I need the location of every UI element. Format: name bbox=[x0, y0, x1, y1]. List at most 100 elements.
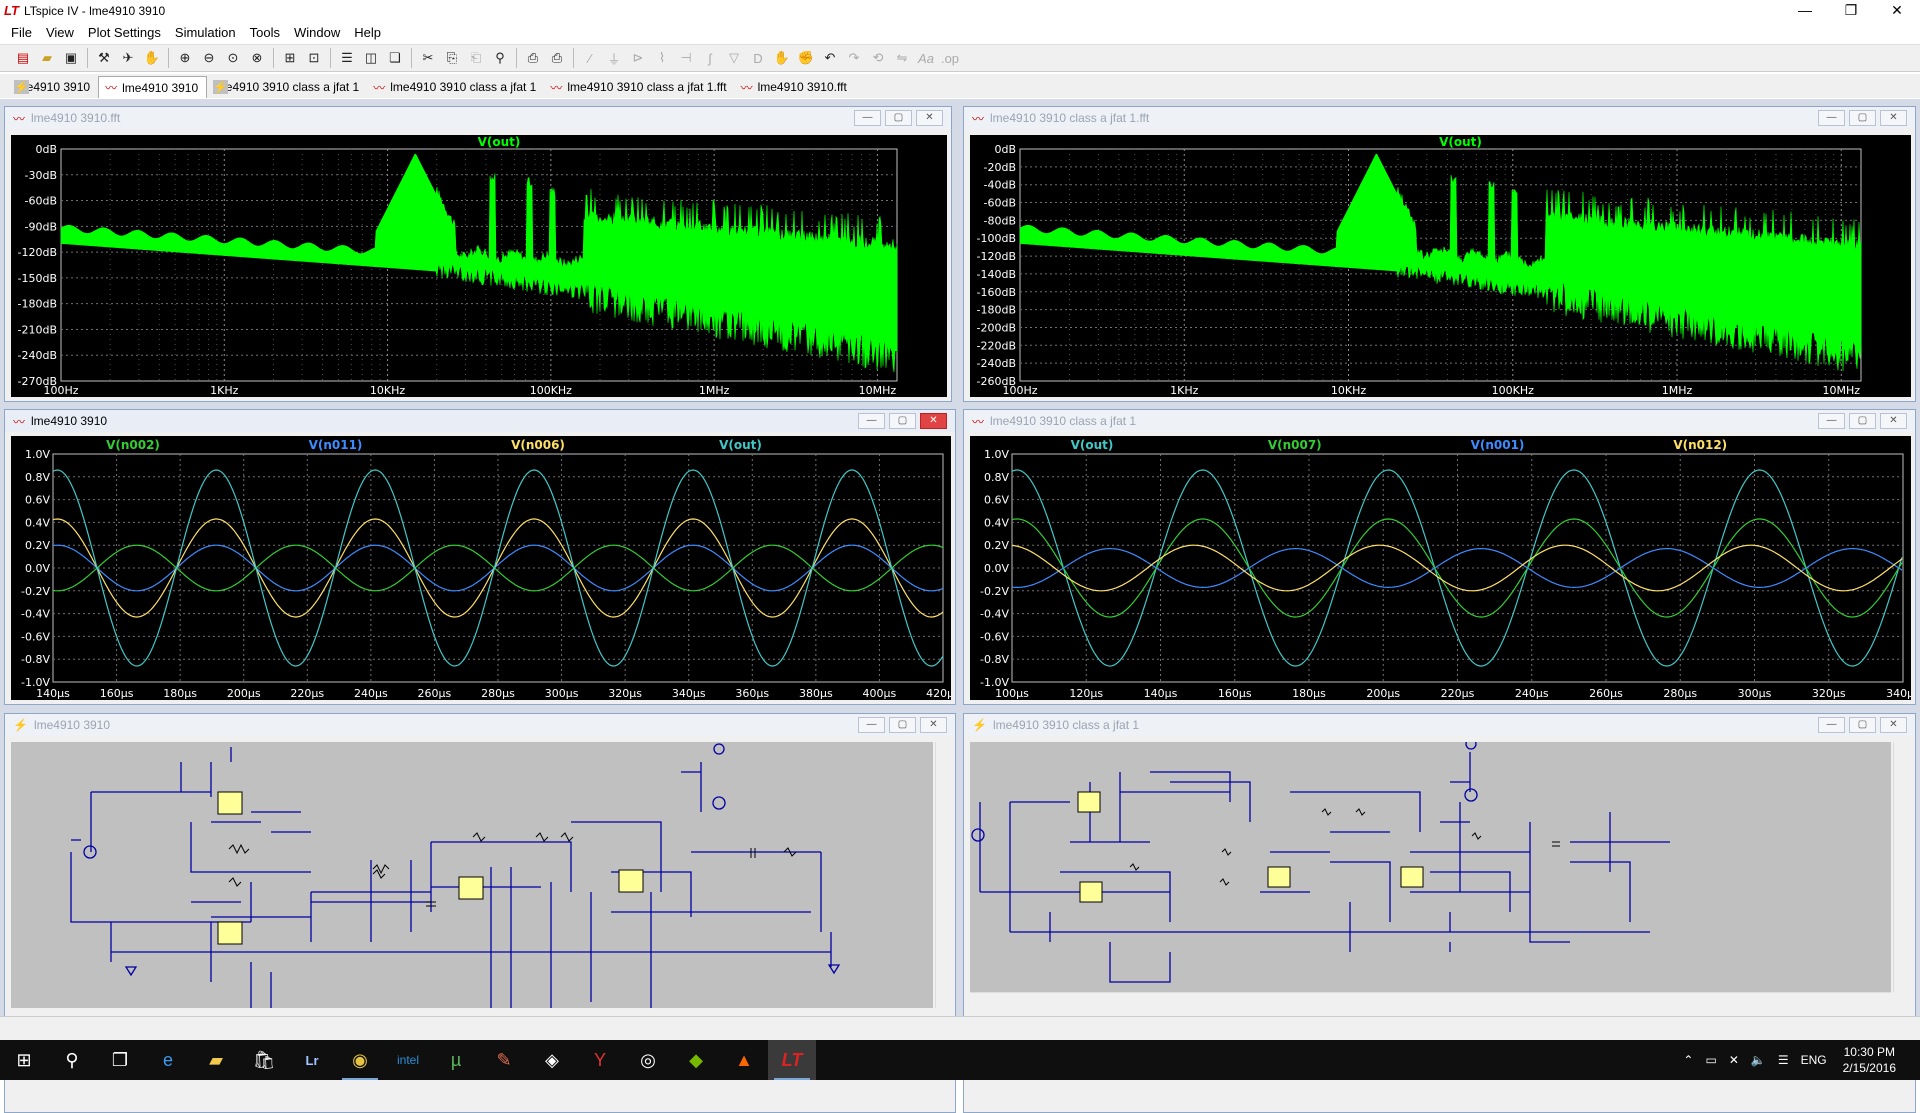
control-panel-icon[interactable]: ⚒ bbox=[93, 47, 115, 69]
intel-icon[interactable]: intel bbox=[384, 1040, 432, 1080]
halt-icon[interactable]: ✋ bbox=[141, 47, 163, 69]
maximize-button[interactable]: ▢ bbox=[1849, 717, 1876, 733]
grid-icon[interactable]: ⊡ bbox=[303, 47, 325, 69]
menu-tools[interactable]: Tools bbox=[243, 25, 287, 40]
cascade-icon[interactable]: ❏ bbox=[384, 47, 406, 69]
close-button[interactable]: ✕ bbox=[916, 110, 943, 126]
menu-simulation[interactable]: Simulation bbox=[168, 25, 243, 40]
redo-icon[interactable]: ↷ bbox=[843, 47, 865, 69]
print-icon[interactable]: ⎙ bbox=[546, 47, 568, 69]
mirror-icon[interactable]: ⇋ bbox=[891, 47, 913, 69]
close-button[interactable]: ✕ bbox=[920, 413, 947, 429]
ltspice-icon[interactable]: LT bbox=[768, 1040, 816, 1080]
schematic-canvas[interactable] bbox=[970, 742, 1891, 992]
unity-icon[interactable]: ◈ bbox=[528, 1040, 576, 1080]
language-indicator[interactable]: ENG bbox=[1795, 1053, 1833, 1067]
diode-icon[interactable]: ▽ bbox=[723, 47, 745, 69]
ground-icon[interactable]: ⏚ bbox=[603, 47, 625, 69]
restore-button[interactable]: ❐ bbox=[1828, 0, 1874, 22]
find-icon[interactable]: ⚲ bbox=[489, 47, 511, 69]
save-icon[interactable]: ▣ bbox=[60, 47, 82, 69]
search-icon[interactable]: ⚲ bbox=[48, 1040, 96, 1080]
zoom-in-icon[interactable]: ⊕ bbox=[174, 47, 196, 69]
edge-icon[interactable]: e bbox=[144, 1040, 192, 1080]
tile-vertical-icon[interactable]: ◫ bbox=[360, 47, 382, 69]
camera-icon[interactable]: ◎ bbox=[624, 1040, 672, 1080]
network-icon[interactable]: ✕ bbox=[1723, 1053, 1745, 1067]
volume-icon[interactable]: 🔈 bbox=[1745, 1053, 1772, 1067]
vertical-scrollbar[interactable] bbox=[1893, 742, 1909, 992]
text-icon[interactable]: Aa bbox=[915, 47, 937, 69]
tab-waveform-lme4910[interactable]: 〰 lme4910 3910 bbox=[98, 76, 208, 98]
utorrent-icon[interactable]: µ bbox=[432, 1040, 480, 1080]
tab-waveform-class-a-jfat[interactable]: 〰 lme4910 3910 class a jfat 1 bbox=[367, 76, 544, 98]
nvidia-icon[interactable]: ◆ bbox=[672, 1040, 720, 1080]
print-preview-icon[interactable]: ⎙ bbox=[522, 47, 544, 69]
windows-start-icon[interactable]: ⊞ bbox=[0, 1040, 48, 1080]
zoom-fit-icon[interactable]: ⊙ bbox=[222, 47, 244, 69]
run-icon[interactable]: ✈ bbox=[117, 47, 139, 69]
minimize-button[interactable]: — bbox=[854, 110, 881, 126]
close-button[interactable]: ✕ bbox=[1880, 110, 1907, 126]
paint-icon[interactable]: ✎ bbox=[480, 1040, 528, 1080]
undo-icon[interactable]: ↶ bbox=[819, 47, 841, 69]
autorange-icon[interactable]: ⊞ bbox=[279, 47, 301, 69]
copy-icon[interactable]: ⎘ bbox=[441, 47, 463, 69]
tab-waveform-lme4910-fft[interactable]: 〰 lme4910 3910.fft bbox=[735, 76, 855, 98]
menu-help[interactable]: Help bbox=[347, 25, 388, 40]
minimize-button[interactable]: — bbox=[1818, 413, 1845, 429]
zoom-cancel-icon[interactable]: ⊗ bbox=[246, 47, 268, 69]
move-icon[interactable]: ✋ bbox=[771, 47, 793, 69]
drag-icon[interactable]: ✊ bbox=[795, 47, 817, 69]
tab-waveform-class-a-jfat-fft[interactable]: 〰 lme4910 3910 class a jfat 1.fft bbox=[544, 76, 734, 98]
transient-plot[interactable]: 1.0V 0.8V 0.6V 0.4V 0.2V 0.0V -0.2V -0.4V -0.6V -… bbox=[11, 436, 960, 700]
tab-schematic-lme4910[interactable]: ⚡ lme4910 3910 bbox=[8, 76, 98, 98]
action-center-icon[interactable]: ☰ bbox=[1772, 1053, 1795, 1067]
maximize-button[interactable]: ▢ bbox=[1849, 413, 1876, 429]
menu-file[interactable]: File bbox=[4, 25, 39, 40]
paste-icon[interactable]: ⎗ bbox=[465, 47, 487, 69]
cut-icon[interactable]: ✂ bbox=[417, 47, 439, 69]
task-view-icon[interactable]: ❐ bbox=[96, 1040, 144, 1080]
inductor-icon[interactable]: ʃ bbox=[699, 47, 721, 69]
capacitor-icon[interactable]: ⊣ bbox=[675, 47, 697, 69]
wire-icon[interactable]: ∕ bbox=[579, 47, 601, 69]
maximize-button[interactable]: ▢ bbox=[885, 110, 912, 126]
open-icon[interactable]: ▰ bbox=[36, 47, 58, 69]
resistor-icon[interactable]: ⌇ bbox=[651, 47, 673, 69]
schematic-canvas[interactable] bbox=[11, 742, 933, 1008]
minimize-button[interactable]: — bbox=[1818, 717, 1845, 733]
vlc-icon[interactable]: ▲ bbox=[720, 1040, 768, 1080]
close-button[interactable]: ✕ bbox=[1880, 413, 1907, 429]
clock[interactable]: 10:30 PM 2/15/2016 bbox=[1833, 1044, 1906, 1076]
vertical-scrollbar[interactable] bbox=[935, 742, 951, 1008]
label-icon[interactable]: ⊳ bbox=[627, 47, 649, 69]
menu-window[interactable]: Window bbox=[287, 25, 347, 40]
horizontal-scrollbar[interactable] bbox=[970, 992, 1891, 1008]
maximize-button[interactable]: ▢ bbox=[889, 413, 916, 429]
battery-icon[interactable]: ▭ bbox=[1699, 1053, 1722, 1067]
store-icon[interactable]: 🛍 bbox=[240, 1040, 288, 1080]
tile-horizontal-icon[interactable]: ☰ bbox=[336, 47, 358, 69]
component-icon[interactable]: D bbox=[747, 47, 769, 69]
minimize-button[interactable]: — bbox=[858, 413, 885, 429]
minimize-button[interactable]: — bbox=[1782, 0, 1828, 22]
menu-plot-settings[interactable]: Plot Settings bbox=[81, 25, 168, 40]
close-button[interactable]: ✕ bbox=[920, 717, 947, 733]
maximize-button[interactable]: ▢ bbox=[1849, 110, 1876, 126]
maximize-button[interactable]: ▢ bbox=[889, 717, 916, 733]
close-button[interactable]: ✕ bbox=[1880, 717, 1907, 733]
fft-plot[interactable]: 0dB -20dB -40dB -60dB -80dB -100dB -120dB -140d… bbox=[970, 135, 1911, 397]
file-explorer-icon[interactable]: ▰ bbox=[192, 1040, 240, 1080]
close-button[interactable]: ✕ bbox=[1874, 0, 1920, 22]
minimize-button[interactable]: — bbox=[1818, 110, 1845, 126]
lightroom-icon[interactable]: Lr bbox=[288, 1040, 336, 1080]
zoom-out-icon[interactable]: ⊖ bbox=[198, 47, 220, 69]
fft-plot[interactable]: 0dB -30dB -60dB -90dB -120dB -150dB -180dB -210… bbox=[11, 135, 947, 397]
rotate-icon[interactable]: ⟲ bbox=[867, 47, 889, 69]
transient-plot[interactable]: 1.0V 0.8V 0.6V 0.4V 0.2V 0.0V -0.2V -0.4V -0.6V -… bbox=[970, 436, 1920, 700]
new-schematic-icon[interactable]: ▤ bbox=[12, 47, 34, 69]
minimize-button[interactable]: — bbox=[858, 717, 885, 733]
chrome-icon[interactable]: ◉ bbox=[336, 1040, 384, 1080]
spice-directive-icon[interactable]: .op bbox=[939, 47, 961, 69]
